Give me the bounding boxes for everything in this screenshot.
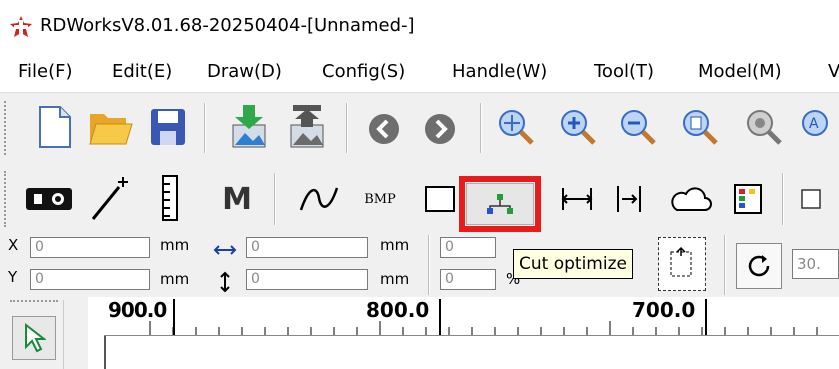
magic-wand-icon[interactable] [86, 171, 136, 225]
drawing-canvas[interactable] [104, 336, 839, 369]
m-icon[interactable]: M [210, 175, 264, 223]
ruler-ticks [149, 299, 818, 335]
menu-tool[interactable]: Tool(T) [594, 61, 654, 82]
rectangle-icon[interactable] [418, 177, 462, 221]
height-lock-icon[interactable] [214, 271, 236, 293]
save-icon[interactable] [148, 105, 188, 149]
left-tool-panel [8, 300, 64, 369]
scale-y-input[interactable]: 0 [440, 269, 496, 290]
menu-model[interactable]: Model(M) [698, 61, 782, 82]
toolbar-grip[interactable] [4, 101, 10, 155]
coordinates-panel: X 0 Y 0 mm mm 0 0 mm mm 0 0 % 30. [0, 235, 839, 295]
menu-bar: File(F) Edit(E) Draw(D) Config(S) Handle… [0, 50, 839, 93]
cloud-icon[interactable] [664, 177, 718, 221]
left-panel-grip[interactable] [10, 300, 58, 302]
highlight-box [459, 176, 541, 232]
open-folder-icon[interactable] [86, 105, 136, 151]
rotate-icon[interactable] [736, 243, 782, 289]
cut-optimize-tooltip: Cut optimize [513, 249, 633, 279]
width-lock-icon[interactable] [210, 239, 240, 261]
ruler-icon[interactable] [150, 171, 190, 225]
new-file-icon[interactable] [32, 103, 78, 151]
x-input[interactable]: 0 [30, 237, 150, 258]
scale-x-input[interactable]: 0 [440, 237, 496, 258]
position-anchor-icon[interactable] [658, 237, 706, 291]
menu-edit[interactable]: Edit(E) [112, 61, 172, 82]
height-input[interactable]: 0 [246, 269, 368, 290]
zoom-out-icon[interactable] [616, 105, 660, 149]
align-icon[interactable] [608, 177, 650, 221]
window-title: RDWorksV8.01.68-20250404-[Unnamed-] [40, 15, 415, 36]
ruler-label-700: 700.0 [632, 298, 696, 322]
y-input[interactable]: 0 [30, 269, 150, 290]
menu-view[interactable]: V [828, 61, 839, 82]
y-unit: mm [160, 270, 190, 288]
edit-toolbar: M BMP [0, 163, 839, 235]
x-unit: mm [160, 236, 190, 254]
height-unit: mm [380, 270, 410, 288]
toolbar-grip-2[interactable] [4, 171, 10, 227]
zoom-all-icon[interactable]: A [800, 105, 839, 149]
width-unit: mm [380, 236, 410, 254]
rotate-angle-input[interactable]: 30. [792, 249, 839, 279]
back-arrow-icon[interactable] [364, 109, 404, 149]
zoom-page-icon[interactable] [678, 105, 722, 149]
svg-text:A: A [809, 116, 819, 132]
bmp-icon[interactable]: BMP [352, 179, 408, 219]
import-icon[interactable] [226, 101, 272, 151]
title-bar: RDWorksV8.01.68-20250404-[Unnamed-] [0, 0, 839, 50]
select-arrow-icon[interactable] [12, 316, 56, 360]
width-input[interactable]: 0 [246, 237, 368, 258]
ruler-label-900: 900.0 [108, 298, 167, 322]
main-toolbar: A [0, 93, 839, 163]
zoom-pan-icon[interactable] [494, 105, 538, 149]
menu-config[interactable]: Config(S) [322, 61, 405, 82]
zoom-select-icon[interactable] [742, 105, 786, 149]
vertical-ruler [88, 297, 105, 369]
palette-icon[interactable] [726, 177, 770, 221]
forward-arrow-icon[interactable] [420, 109, 460, 149]
laser-device-icon[interactable] [22, 179, 76, 219]
checkbox-icon[interactable] [796, 177, 826, 221]
export-icon[interactable] [284, 101, 330, 151]
menu-draw[interactable]: Draw(D) [207, 61, 282, 82]
ruler-label-800: 800.0 [366, 298, 430, 322]
curve-icon[interactable] [294, 177, 344, 221]
x-label: X [8, 236, 19, 254]
app-logo-icon [10, 16, 32, 37]
menu-file[interactable]: File(F) [18, 61, 73, 82]
menu-handle[interactable]: Handle(W) [452, 61, 547, 82]
horizontal-ruler: 900.0 800.0 700.0 [104, 297, 839, 336]
zoom-in-icon[interactable] [556, 105, 600, 149]
y-label: Y [8, 268, 18, 286]
distance-icon[interactable] [554, 179, 600, 219]
